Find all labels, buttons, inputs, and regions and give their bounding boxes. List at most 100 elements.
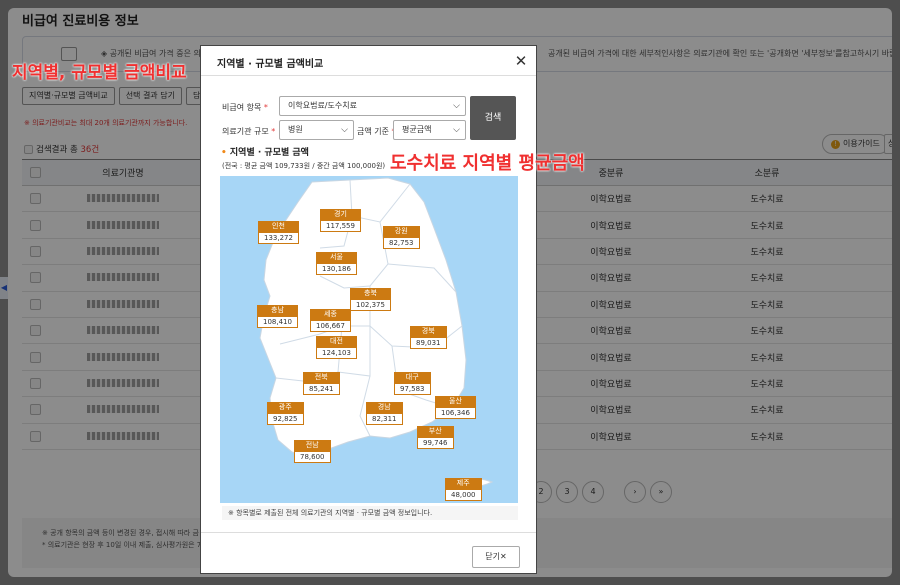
row-checkbox[interactable] bbox=[29, 325, 41, 337]
basis-select[interactable]: 평균금액 ⌵ bbox=[393, 120, 466, 140]
modal-header: 지역별 · 규모별 금액비교 ✕ bbox=[201, 46, 536, 76]
row-checkbox[interactable] bbox=[29, 377, 41, 389]
hospital-name-cell[interactable] bbox=[48, 264, 198, 292]
extra-cell bbox=[868, 291, 892, 318]
close-x-icon: ✕ bbox=[500, 552, 507, 561]
select-all-checkbox[interactable] bbox=[29, 167, 41, 178]
header-checkbox-cell[interactable] bbox=[22, 159, 48, 186]
mid-category-cell: 이학요법료 bbox=[556, 291, 666, 318]
compare-limit-tip: ※ 의료기관비교는 최대 20개 의료기관까지 가능합니다. bbox=[24, 119, 188, 127]
region-name: 대구 bbox=[394, 372, 431, 383]
region-value: 108,410 bbox=[257, 316, 298, 328]
row-checkbox[interactable] bbox=[29, 193, 41, 205]
page-3[interactable]: 3 bbox=[556, 481, 578, 503]
row-checkbox-cell[interactable] bbox=[22, 396, 48, 424]
extra-cell bbox=[868, 370, 892, 398]
row-checkbox-cell[interactable] bbox=[22, 264, 48, 292]
region-label[interactable]: 대전 124,103 bbox=[316, 336, 357, 359]
row-checkbox-cell[interactable] bbox=[22, 370, 48, 398]
region-name: 광주 bbox=[267, 402, 304, 413]
region-value: 117,559 bbox=[320, 220, 361, 232]
row-checkbox-cell[interactable] bbox=[22, 185, 48, 213]
pagination: 2 3 4 › » bbox=[530, 481, 672, 503]
close-icon[interactable]: ✕ bbox=[512, 52, 530, 70]
hospital-name-cell[interactable] bbox=[48, 211, 198, 239]
sort-select[interactable]: 상 bbox=[884, 134, 892, 154]
region-label[interactable]: 경북 89,031 bbox=[410, 326, 447, 349]
blurred-hospital-name bbox=[87, 352, 159, 361]
region-label[interactable]: 세종 106,667 bbox=[310, 309, 351, 332]
row-checkbox[interactable] bbox=[29, 351, 41, 363]
region-label[interactable]: 경남 82,311 bbox=[366, 402, 403, 425]
page-4[interactable]: 4 bbox=[582, 481, 604, 503]
row-checkbox[interactable] bbox=[29, 298, 41, 310]
extra-cell bbox=[868, 396, 892, 424]
region-value: 89,031 bbox=[410, 337, 447, 349]
basis-label-text: 금액 기준 bbox=[357, 127, 389, 136]
hospital-name-cell[interactable] bbox=[48, 317, 198, 345]
row-checkbox[interactable] bbox=[29, 219, 41, 231]
item-label-text: 비급여 항목 bbox=[222, 103, 262, 112]
region-label[interactable]: 제주 48,000 bbox=[445, 478, 482, 501]
hospital-name-cell[interactable] bbox=[48, 185, 198, 213]
national-summary: (전국 : 평균 금액 109,733원 / 중간 금액 100,000원) bbox=[222, 162, 386, 170]
row-checkbox[interactable] bbox=[29, 430, 41, 442]
region-label[interactable]: 강원 82,753 bbox=[383, 226, 420, 249]
extra-cell bbox=[868, 185, 892, 213]
row-checkbox-cell[interactable] bbox=[22, 238, 48, 266]
info-icon: ! bbox=[831, 140, 840, 149]
region-label[interactable]: 서울 130,186 bbox=[316, 252, 357, 275]
row-checkbox[interactable] bbox=[29, 245, 41, 257]
modal-footer-divider bbox=[201, 532, 536, 533]
region-label[interactable]: 광주 92,825 bbox=[267, 402, 304, 425]
next-page-button[interactable]: › bbox=[624, 481, 646, 503]
scale-select[interactable]: 병원 ⌵ bbox=[279, 120, 354, 140]
region-label[interactable]: 울산 106,346 bbox=[435, 396, 476, 419]
region-label[interactable]: 전남 78,600 bbox=[294, 440, 331, 463]
hospital-name-cell[interactable] bbox=[48, 291, 198, 318]
scale-value: 병원 bbox=[288, 125, 303, 134]
small-category-cell: 도수치료 bbox=[666, 317, 868, 345]
small-category-cell: 도수치료 bbox=[666, 396, 868, 424]
search-button[interactable]: 검색 bbox=[470, 96, 516, 140]
row-checkbox-cell[interactable] bbox=[22, 211, 48, 239]
blurred-hospital-name bbox=[87, 326, 159, 335]
hospital-name-cell[interactable] bbox=[48, 423, 198, 450]
hospital-name-cell[interactable] bbox=[48, 370, 198, 398]
compare-button[interactable]: 지역별·규모별 금액비교 bbox=[22, 87, 115, 105]
hospital-name-cell[interactable] bbox=[48, 396, 198, 424]
region-label[interactable]: 인천 133,272 bbox=[258, 221, 299, 244]
mid-category-cell: 이학요법료 bbox=[556, 343, 666, 371]
side-toggle-icon[interactable]: ◀ bbox=[0, 277, 8, 299]
save-selection-button[interactable]: 선택 결과 담기 bbox=[118, 87, 182, 105]
last-page-button[interactable]: » bbox=[650, 481, 672, 503]
page-title: 비급여 진료비용 정보 bbox=[22, 14, 139, 29]
hospital-name-cell[interactable] bbox=[48, 238, 198, 266]
small-category-cell: 도수치료 bbox=[666, 291, 868, 318]
region-value: 102,375 bbox=[350, 299, 391, 311]
scale-label-text: 의료기관 규모 bbox=[222, 127, 269, 136]
row-checkbox[interactable] bbox=[29, 272, 41, 284]
row-checkbox-cell[interactable] bbox=[22, 291, 48, 318]
hospital-name-cell[interactable] bbox=[48, 343, 198, 371]
region-label[interactable]: 충남 108,410 bbox=[257, 305, 298, 328]
region-label[interactable]: 대구 97,583 bbox=[394, 372, 431, 395]
region-value: 130,186 bbox=[316, 263, 357, 275]
item-select[interactable]: 이학요법료/도수치료 ⌵ bbox=[279, 96, 466, 116]
guide-button[interactable]: ! 이용가이드 bbox=[822, 134, 889, 154]
region-label[interactable]: 부산 99,746 bbox=[417, 426, 454, 449]
region-name: 제주 bbox=[445, 478, 482, 489]
chevron-down-icon: ⌵ bbox=[453, 101, 460, 111]
modal-close-button[interactable]: 닫기✕ bbox=[472, 546, 520, 568]
row-checkbox-cell[interactable] bbox=[22, 423, 48, 450]
region-name: 대전 bbox=[316, 336, 357, 347]
scale-label: 의료기관 규모 * bbox=[222, 126, 275, 137]
region-value: 133,272 bbox=[258, 232, 299, 244]
row-checkbox-cell[interactable] bbox=[22, 343, 48, 371]
row-checkbox-cell[interactable] bbox=[22, 317, 48, 345]
region-label[interactable]: 전북 85,241 bbox=[303, 372, 340, 395]
annotation-compare: 지역별, 규모별 금액비교 bbox=[12, 63, 187, 83]
region-label[interactable]: 경기 117,559 bbox=[320, 209, 361, 232]
region-label[interactable]: 충북 102,375 bbox=[350, 288, 391, 311]
row-checkbox[interactable] bbox=[29, 404, 41, 416]
